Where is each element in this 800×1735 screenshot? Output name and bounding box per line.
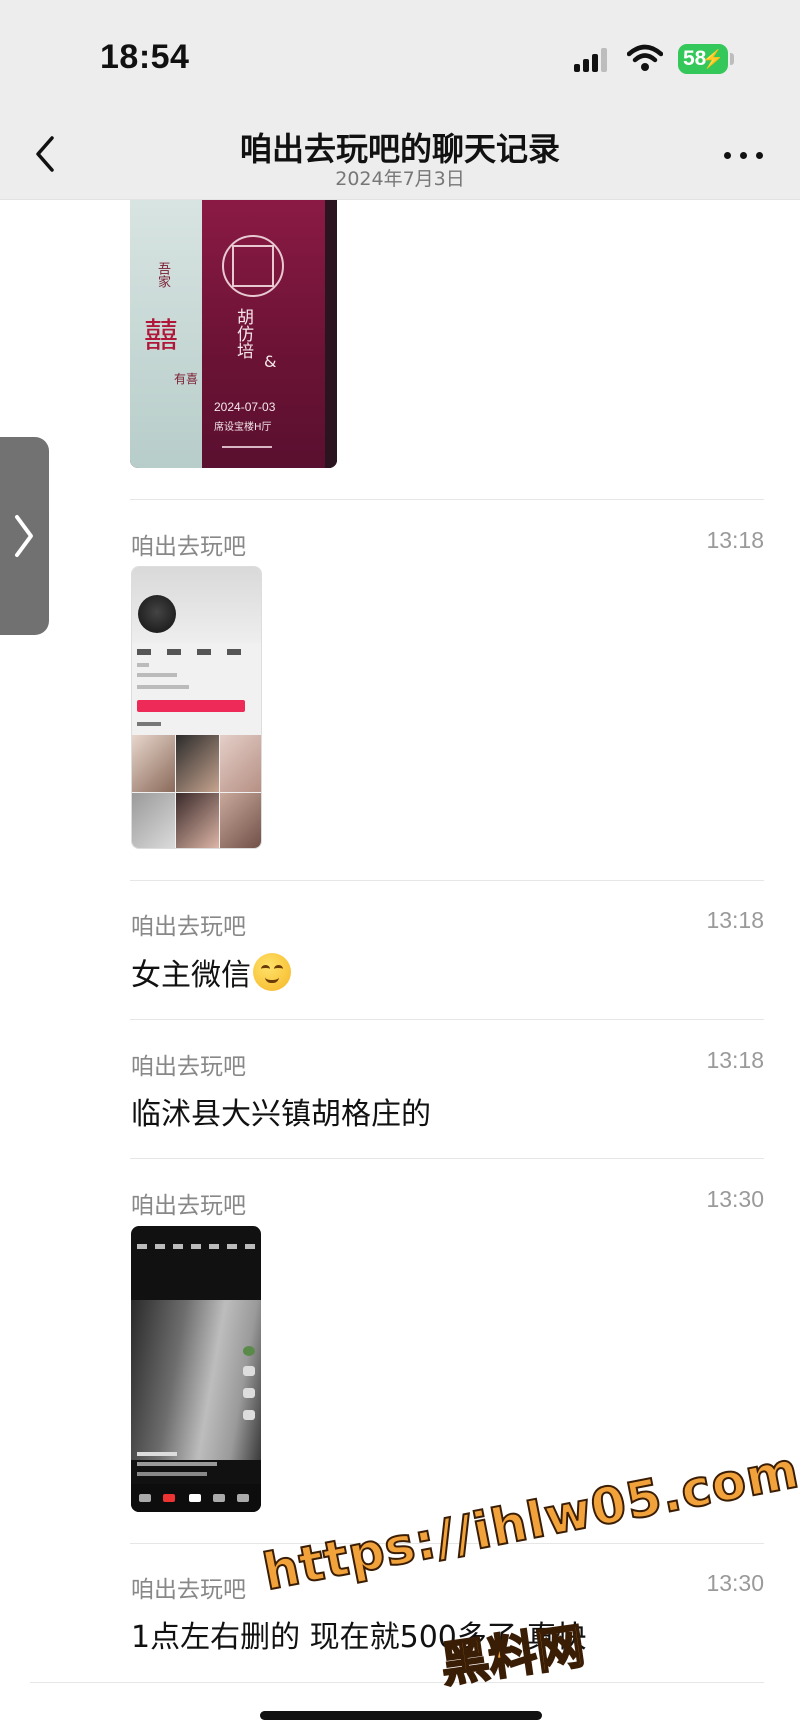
side-drawer-handle[interactable] [0,437,49,635]
charging-bolt-icon: ⚡ [701,49,724,69]
message-time: 13:18 [706,527,764,553]
message-divider [130,499,764,500]
message-sender: 咱出去玩吧 [131,534,246,560]
video-screenshot-image[interactable] [131,1226,261,1512]
invitation-ampersand: & [264,352,277,371]
invitation-left-panel: 吾家 囍 有喜 [130,200,202,468]
message-time: 13:30 [706,1570,764,1596]
invitation-names: 胡仿培 [233,308,253,359]
message-time: 13:18 [706,907,764,933]
message-text: 女主微信 [131,950,291,994]
message-time: 13:30 [706,1186,764,1212]
message-sender: 咱出去玩吧 [131,1193,246,1219]
invitation-venue: 席设宝楼H厅 [214,422,272,433]
message-divider [30,1682,764,1683]
invitation-left-text-2: 有喜 [174,372,199,386]
invitation-date: 2024-07-03 [214,400,276,414]
chevron-right-icon [15,515,33,557]
cellular-signal-icon [574,48,610,72]
message-divider [130,880,764,881]
post-grid [132,735,261,848]
message-time: 13:18 [706,1047,764,1073]
status-time: 18:54 [100,38,190,76]
page-date: 2024年7月3日 [335,168,465,190]
wedding-invitation-image[interactable]: 吾家 囍 有喜 胡仿培 & 2024-07-03 席设宝楼H厅 [130,200,337,468]
avatar [138,595,176,633]
status-bar: 18:54 58 ⚡ [0,0,800,110]
message-sender: 咱出去玩吧 [131,1577,246,1603]
invitation-main-panel: 胡仿培 & 2024-07-03 席设宝楼H厅 [202,200,337,468]
follow-button [137,700,245,712]
invitation-left-text: 吾家 [155,262,170,288]
message-divider [130,1019,764,1020]
message-sender: 咱出去玩吧 [131,1054,246,1080]
message-divider [130,1158,764,1159]
double-happiness-glyph: 囍 [144,316,178,356]
message-text: 临沭县大兴镇胡格庄的 [131,1097,431,1132]
message-sender: 咱出去玩吧 [131,914,246,940]
profile-screenshot-image[interactable] [131,566,262,849]
wifi-icon [627,44,663,71]
battery-indicator: 58 ⚡ [678,44,734,74]
home-indicator[interactable] [260,1711,542,1720]
more-options-icon[interactable] [720,140,768,170]
grinning-emoji-icon [253,953,291,991]
nav-bar: 咱出去玩吧的聊天记录 2024年7月3日 [0,110,800,200]
